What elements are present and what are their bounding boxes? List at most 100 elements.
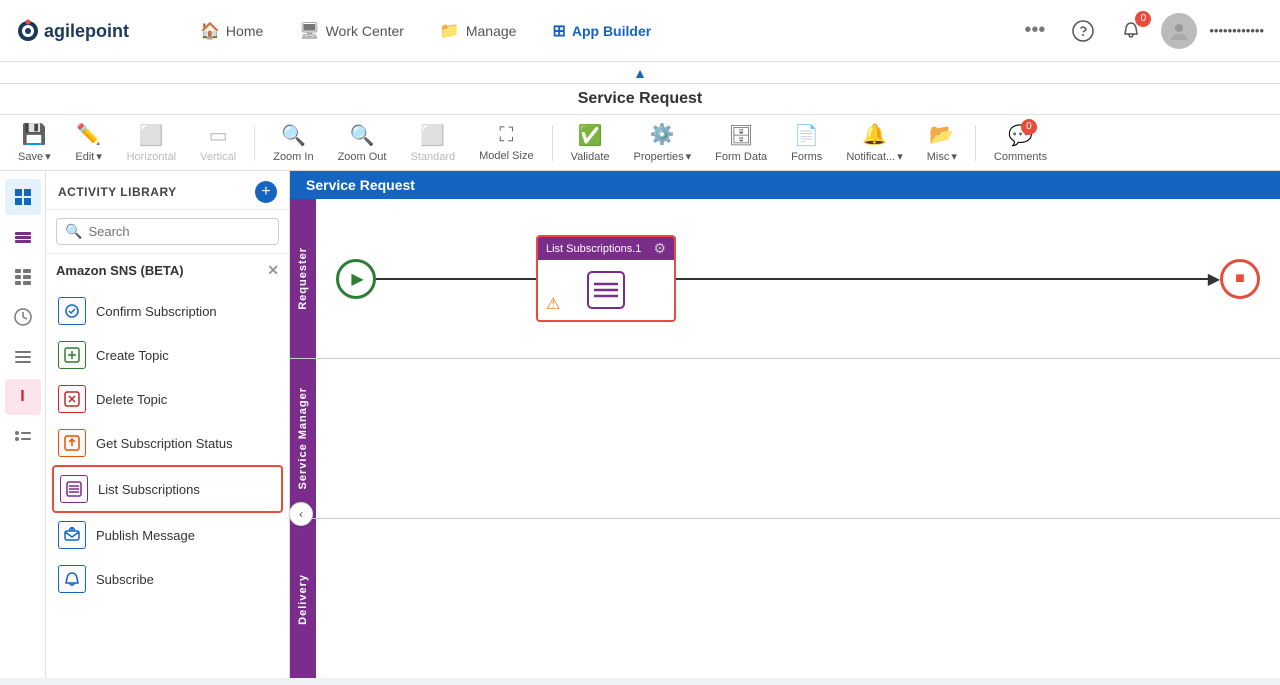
misc-label: Misc ▾ <box>927 150 957 163</box>
sidebar-icon-grid[interactable] <box>5 179 41 215</box>
save-button[interactable]: 💾 Save ▾ <box>8 118 61 167</box>
collapse-panel-icon: ‹ <box>299 507 303 521</box>
activity-header: ACTIVITY LIBRARY + <box>46 171 289 210</box>
standard-icon: ⬜ <box>420 123 445 148</box>
lib-item-create-topic[interactable]: Create Topic <box>52 333 283 377</box>
activity-node-body: ⚠ <box>538 260 674 320</box>
modelsize-button[interactable]: ⛶ Model Size <box>469 120 543 166</box>
sidebar-icon-clock[interactable] <box>5 299 41 335</box>
lane-label-wrap-delivery: Delivery <box>290 519 316 678</box>
canvas-header: Service Request <box>290 171 1280 199</box>
lane-content-delivery[interactable] <box>316 519 1280 678</box>
lib-item-publish-message[interactable]: Publish Message <box>52 513 283 557</box>
toolbar-sep-2 <box>552 125 553 161</box>
publish-message-icon <box>58 521 86 549</box>
library-items: Confirm Subscription Create Topic <box>46 289 289 678</box>
lane-content-requester[interactable]: ▶ List Subscriptions.1 ⚙ <box>316 199 1280 358</box>
lib-item-delete-topic-label: Delete Topic <box>96 392 167 407</box>
vertical-label: Vertical <box>200 151 236 163</box>
end-node[interactable]: ■ <box>1220 259 1260 299</box>
sidebar-icon-layers[interactable] <box>5 219 41 255</box>
activity-node[interactable]: List Subscriptions.1 ⚙ ⚠ <box>536 235 676 322</box>
zoomin-button[interactable]: 🔍 Zoom In <box>263 119 323 167</box>
collapse-bar[interactable]: ▲ <box>0 62 1280 84</box>
lib-item-confirm-subscription[interactable]: Confirm Subscription <box>52 289 283 333</box>
comments-button[interactable]: 💬 0 Comments <box>984 119 1057 167</box>
misc-button[interactable]: 📂 Misc ▾ <box>917 118 967 167</box>
swim-lane-requester: Requester ▶ List Subscriptions.1 <box>290 199 1280 359</box>
zoomout-label: Zoom Out <box>338 151 387 163</box>
lib-item-create-topic-label: Create Topic <box>96 348 169 363</box>
activity-library-title: ACTIVITY LIBRARY <box>58 185 177 199</box>
lane-label-requester: Requester <box>297 247 309 310</box>
vertical-button[interactable]: ▭ Vertical <box>190 119 246 167</box>
forms-button[interactable]: 📄 Forms <box>781 119 832 167</box>
library-section: Amazon SNS (BETA) ✕ <box>46 254 289 289</box>
library-section-header: Amazon SNS (BETA) ✕ <box>56 262 279 279</box>
validate-icon: ✅ <box>578 123 603 148</box>
lib-item-publish-message-label: Publish Message <box>96 528 195 543</box>
canvas-area: Service Request Requester ▶ <box>290 171 1280 678</box>
notifications-button[interactable]: 🔔 Notificat... ▾ <box>836 118 912 167</box>
library-section-title: Amazon SNS (BETA) <box>56 263 184 278</box>
nav-more-button[interactable]: ••• <box>1016 15 1053 46</box>
lib-item-list-subscriptions[interactable]: List Subscriptions <box>52 465 283 513</box>
standard-button[interactable]: ⬜ Standard <box>400 119 465 167</box>
logo[interactable]: agilepoint <box>16 15 146 47</box>
search-input-wrap: 🔍 <box>56 218 279 245</box>
gear-icon[interactable]: ⚙ <box>653 240 666 257</box>
lib-item-subscribe[interactable]: Subscribe <box>52 557 283 601</box>
horizontal-button[interactable]: ⬜ Horizontal <box>117 119 187 167</box>
toolbar-sep-1 <box>254 125 255 161</box>
notifications-label: Notificat... ▾ <box>846 150 902 163</box>
collapse-panel-button[interactable]: ‹ <box>289 502 313 526</box>
sidebar-icon-grid2[interactable] <box>5 259 41 295</box>
sidebar-icon-list2[interactable] <box>5 419 41 455</box>
lane-label-wrap-requester: Requester <box>290 199 316 358</box>
toolbar-sep-3 <box>975 125 976 161</box>
vertical-icon: ▭ <box>209 123 228 148</box>
modelsize-label: Model Size <box>479 150 533 162</box>
main-layout: I ACTIVITY LIBRARY + 🔍 Amazon SNS (BETA) <box>0 171 1280 678</box>
nav-manage[interactable]: 📁 Manage <box>426 13 531 49</box>
edit-button[interactable]: ✏️ Edit ▾ <box>65 118 113 167</box>
lib-item-get-subscription-status[interactable]: Get Subscription Status <box>52 421 283 465</box>
edit-icon: ✏️ <box>76 122 101 147</box>
avatar[interactable] <box>1161 13 1197 49</box>
properties-icon: ⚙️ <box>650 122 675 147</box>
library-section-close[interactable]: ✕ <box>267 262 279 279</box>
notification-button[interactable]: 0 <box>1113 13 1149 49</box>
lane-content-service-manager[interactable] <box>316 359 1280 518</box>
lane-label-service-manager: Service Manager <box>297 387 309 489</box>
validate-label: Validate <box>571 151 610 163</box>
comments-label: Comments <box>994 151 1047 163</box>
properties-button[interactable]: ⚙️ Properties ▾ <box>624 118 702 167</box>
connector-1 <box>376 278 536 280</box>
add-activity-button[interactable]: + <box>255 181 277 203</box>
misc-icon: 📂 <box>929 122 954 147</box>
arrow-right-icon: ▶ <box>1208 269 1220 289</box>
nav-workcenter[interactable]: 🖥 Work Center <box>285 13 418 49</box>
lib-item-subscribe-label: Subscribe <box>96 572 154 587</box>
forms-icon: 📄 <box>794 123 819 148</box>
validate-button[interactable]: ✅ Validate <box>561 119 620 167</box>
formdata-button[interactable]: 🗄 Form Data <box>705 119 777 167</box>
nav-home-label: Home <box>226 23 263 39</box>
nav-right: ••• 0 •••••••••••• <box>1016 13 1264 49</box>
help-icon-button[interactable] <box>1065 13 1101 49</box>
sidebar-icon-i[interactable]: I <box>5 379 41 415</box>
search-input[interactable] <box>88 224 270 239</box>
zoomout-icon: 🔍 <box>350 123 375 148</box>
lib-item-delete-topic[interactable]: Delete Topic <box>52 377 283 421</box>
delete-topic-icon <box>58 385 86 413</box>
start-node[interactable]: ▶ <box>336 259 376 299</box>
swim-lane-service-manager: Service Manager <box>290 359 1280 519</box>
zoomout-button[interactable]: 🔍 Zoom Out <box>328 119 397 167</box>
nav-home[interactable]: 🏠 Home <box>186 13 277 49</box>
top-navigation: agilepoint 🏠 Home 🖥 Work Center 📁 Manage… <box>0 0 1280 62</box>
get-subscription-status-icon <box>58 429 86 457</box>
sidebar-icon-list[interactable] <box>5 339 41 375</box>
nav-appbuilder[interactable]: ⊞ App Builder <box>538 13 665 49</box>
monitor-icon: 🖥 <box>299 21 319 41</box>
canvas-content: Service Request Requester ▶ <box>290 171 1280 678</box>
